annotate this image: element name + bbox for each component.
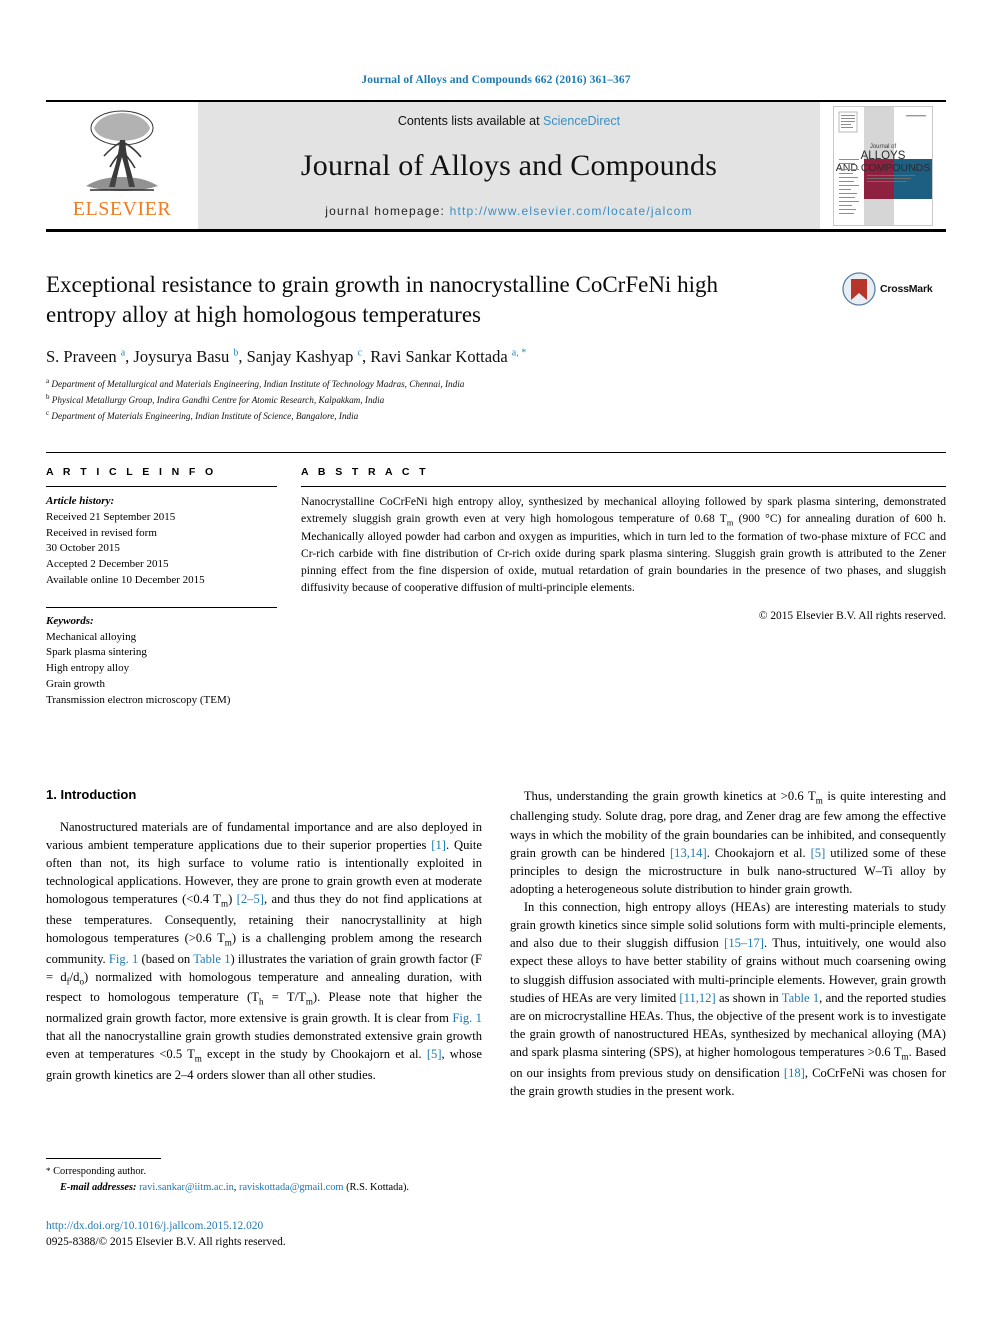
running-head: Journal of Alloys and Compounds 662 (201…: [361, 74, 631, 86]
elsevier-wordmark: ELSEVIER: [72, 198, 172, 220]
paragraph: Thus, understanding the grain growth kin…: [510, 788, 946, 896]
page-title: Exceptional resistance to grain growth i…: [46, 272, 718, 328]
paragraph: In this connection, high entropy alloys …: [510, 900, 946, 1098]
abstract-copyright: © 2015 Elsevier B.V. All rights reserved…: [758, 609, 946, 622]
asterisk-icon: *: [46, 1166, 51, 1176]
keyword-item: Grain growth: [46, 678, 105, 691]
journal-masthead: ELSEVIER Contents lists available at Sci…: [46, 100, 946, 232]
keyword-item: Transmission electron microscopy (TEM): [46, 693, 231, 706]
keywords-rule: [46, 606, 277, 608]
sciencedirect-link[interactable]: ScienceDirect: [543, 114, 620, 128]
homepage-link[interactable]: http://www.elsevier.com/locate/jalcom: [450, 204, 693, 218]
title-zone: CrossMark Exceptional resistance to grai…: [46, 270, 946, 424]
paragraph: Nanostructured materials are of fundamen…: [46, 819, 483, 1082]
svg-text:ALLOYS: ALLOYS: [861, 150, 906, 162]
email-label: E-mail addresses:: [60, 1181, 137, 1193]
cover-artwork-icon: Journal of ALLOYS AND COMPOUNDS: [834, 106, 932, 225]
body-columns: 1. Introduction Nanostructured materials…: [46, 787, 946, 1100]
email-suffix: (R.S. Kottada).: [346, 1181, 410, 1193]
affiliation-list: a Department of Metallurgical and Materi…: [46, 376, 946, 424]
article-info-rule: [46, 485, 277, 487]
keywords-label: Keywords:: [46, 614, 94, 627]
left-column: 1. Introduction Nanostructured materials…: [46, 787, 482, 1100]
article-history-lines: Received 21 September 2015 Received in re…: [46, 510, 277, 589]
author-list: S. Praveen a, Joysurya Basu b, Sanjay Ka…: [46, 346, 527, 366]
keyword-item: High entropy alloy: [46, 662, 130, 675]
homepage-prefix: journal homepage:: [325, 204, 450, 218]
corresponding-author-label: Corresponding author.: [53, 1166, 147, 1177]
article-history-block: Article history: Received 21 September 2…: [46, 494, 277, 589]
contents-prefix: Contents lists available at: [397, 114, 544, 128]
keywords-block: Keywords: Mechanical alloying Spark plasm…: [46, 606, 277, 709]
affiliation-mark: c: [46, 408, 50, 417]
introduction-heading: 1. Introduction: [46, 786, 137, 802]
keyword-item: Spark plasma sintering: [46, 646, 147, 659]
masthead-center: Contents lists available at ScienceDirec…: [198, 102, 820, 229]
abstract-heading: A B S T R A C T: [301, 465, 429, 478]
elsevier-tree-icon: [86, 110, 158, 191]
corresponding-author-footnote: * Corresponding author. E-mail addresses…: [46, 1158, 466, 1195]
right-column: Thus, understanding the grain growth kin…: [510, 787, 946, 1100]
abstract-rule: [301, 485, 946, 487]
footnote-rule: [46, 1158, 161, 1159]
intro-left-paragraphs: Nanostructured materials are of fundamen…: [46, 818, 482, 1084]
corresponding-author-line: * Corresponding author.: [46, 1164, 466, 1180]
crossmark-icon: [842, 272, 876, 306]
crossmark-badge[interactable]: CrossMark: [842, 272, 946, 306]
issn-copyright-line: 0925-8388/© 2015 Elsevier B.V. All right…: [46, 1236, 286, 1249]
email-line: E-mail addresses: ravi.sankar@iitm.ac.in…: [46, 1180, 466, 1196]
journal-homepage-line: journal homepage: http://www.elsevier.co…: [325, 204, 693, 218]
affiliation-item: b Physical Metallurgy Group, Indira Gand…: [46, 392, 385, 405]
article-info-column: A R T I C L E I N F O Article history: R…: [46, 466, 301, 709]
affiliation-mark: a: [46, 376, 50, 385]
abstract-column: A B S T R A C T Nanocrystalline CoCrFeNi…: [301, 466, 946, 709]
article-history-label: Article history:: [46, 494, 115, 507]
intro-right-paragraphs: Thus, understanding the grain growth kin…: [510, 787, 946, 1100]
affiliation-mark: b: [46, 392, 50, 401]
abstract-text: Nanocrystalline CoCrFeNi high entropy al…: [301, 494, 946, 595]
history-line: 30 October 2015: [46, 542, 120, 555]
article-info-heading: A R T I C L E I N F O: [46, 465, 217, 478]
keyword-lines: Mechanical alloying Spark plasma sinterin…: [46, 630, 277, 709]
doi-link[interactable]: http://dx.doi.org/10.1016/j.jallcom.2015…: [46, 1218, 286, 1234]
crossmark-label: CrossMark: [880, 283, 933, 295]
keyword-item: Mechanical alloying: [46, 630, 137, 643]
elsevier-logo: ELSEVIER: [46, 102, 198, 229]
email-link-2[interactable]: raviskottada@gmail.com: [239, 1182, 344, 1193]
history-line: Accepted 2 December 2015: [46, 558, 169, 571]
history-line: Available online 10 December 2015: [46, 574, 205, 586]
doi-block: http://dx.doi.org/10.1016/j.jallcom.2015…: [46, 1218, 286, 1250]
journal-title: Journal of Alloys and Compounds: [300, 149, 718, 182]
email-link-1[interactable]: ravi.sankar@iitm.ac.in: [139, 1182, 234, 1193]
paper-page: Journal of Alloys and Compounds 662 (201…: [0, 0, 992, 1323]
cover-image: Journal of ALLOYS AND COMPOUNDS: [833, 105, 933, 226]
info-abstract-section: A R T I C L E I N F O Article history: R…: [46, 451, 946, 709]
history-line: Received in revised form: [46, 526, 157, 539]
affiliation-item: a Department of Metallurgical and Materi…: [46, 376, 465, 389]
contents-available-line: Contents lists available at ScienceDirec…: [398, 114, 620, 128]
journal-cover-thumb: Journal of ALLOYS AND COMPOUNDS: [820, 102, 946, 229]
history-line: Received 21 September 2015: [46, 510, 176, 523]
affiliation-item: c Department of Materials Engineering, I…: [46, 408, 359, 421]
footnote-text: * Corresponding author. E-mail addresses…: [46, 1164, 466, 1195]
